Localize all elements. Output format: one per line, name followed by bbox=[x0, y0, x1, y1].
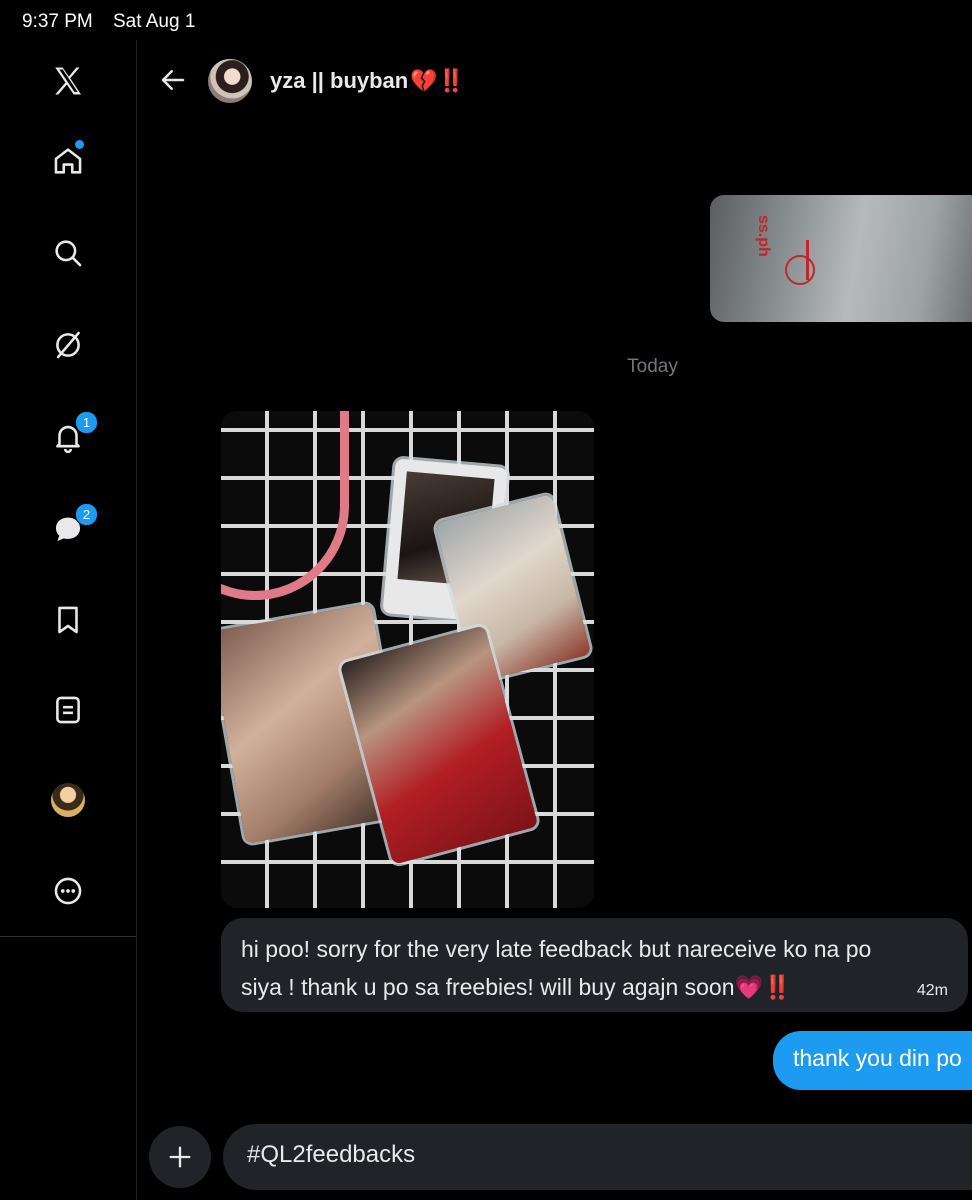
image-red-circle bbox=[785, 255, 815, 285]
sidebar-divider bbox=[136, 40, 137, 1200]
sidebar-item-more[interactable] bbox=[43, 866, 93, 916]
messages-badge: 2 bbox=[75, 503, 98, 526]
back-button[interactable] bbox=[155, 62, 191, 98]
message-input[interactable] bbox=[247, 1141, 847, 1169]
outgoing-message-text: thank you din po bbox=[793, 1045, 962, 1071]
avatar bbox=[51, 783, 85, 817]
shared-image-previous[interactable]: ss.ph bbox=[710, 195, 972, 322]
photo-cord bbox=[221, 411, 349, 600]
notifications-badge: 1 bbox=[75, 411, 98, 434]
sidebar-item-explore[interactable] bbox=[43, 228, 93, 278]
date-separator: Today bbox=[627, 356, 678, 377]
contact-name-emoji: 💔‼️ bbox=[410, 68, 466, 93]
contact-name[interactable]: yza || buyban💔‼️ bbox=[270, 68, 465, 94]
add-attachment-button[interactable] bbox=[149, 1126, 211, 1188]
status-time: 9:37 PM bbox=[22, 11, 93, 32]
bookmark-icon bbox=[58, 606, 78, 634]
sidebar-item-messages[interactable]: 2 bbox=[43, 503, 98, 554]
status-date: Sat Aug 1 bbox=[113, 11, 196, 32]
x-logo-icon[interactable] bbox=[43, 56, 93, 106]
arrow-left-icon bbox=[161, 70, 185, 90]
contact-avatar[interactable] bbox=[208, 59, 252, 103]
sidebar-nav: 1 2 bbox=[0, 40, 137, 1200]
sidebar-item-profile[interactable] bbox=[43, 775, 93, 825]
sidebar-item-bookmarks[interactable] bbox=[43, 595, 93, 645]
list-icon bbox=[56, 696, 80, 724]
sidebar-item-home[interactable] bbox=[43, 136, 93, 186]
message-timestamp: 42m bbox=[916, 982, 948, 999]
outgoing-message-bubble[interactable]: thank you din po bbox=[773, 1031, 972, 1090]
home-unread-dot bbox=[75, 140, 84, 149]
plus-icon bbox=[169, 1146, 191, 1168]
sidebar-item-notifications[interactable]: 1 bbox=[43, 411, 98, 462]
home-icon bbox=[54, 148, 82, 174]
message-composer[interactable] bbox=[223, 1124, 972, 1190]
sidebar-bottom-divider bbox=[0, 936, 136, 937]
search-icon bbox=[55, 240, 82, 267]
received-photo[interactable] bbox=[221, 411, 594, 908]
incoming-message-text: hi poo! sorry for the very late feedback… bbox=[241, 930, 881, 1006]
incoming-message-emoji: 💗‼️ bbox=[734, 974, 792, 1000]
sidebar-item-lists[interactable] bbox=[43, 685, 93, 735]
contact-name-text: yza || buyban bbox=[270, 68, 409, 93]
image-text: ss.ph bbox=[755, 215, 772, 257]
conversation-header: yza || buyban💔‼️ bbox=[137, 40, 972, 120]
more-icon bbox=[54, 877, 82, 905]
incoming-message-bubble[interactable]: hi poo! sorry for the very late feedback… bbox=[221, 918, 968, 1012]
